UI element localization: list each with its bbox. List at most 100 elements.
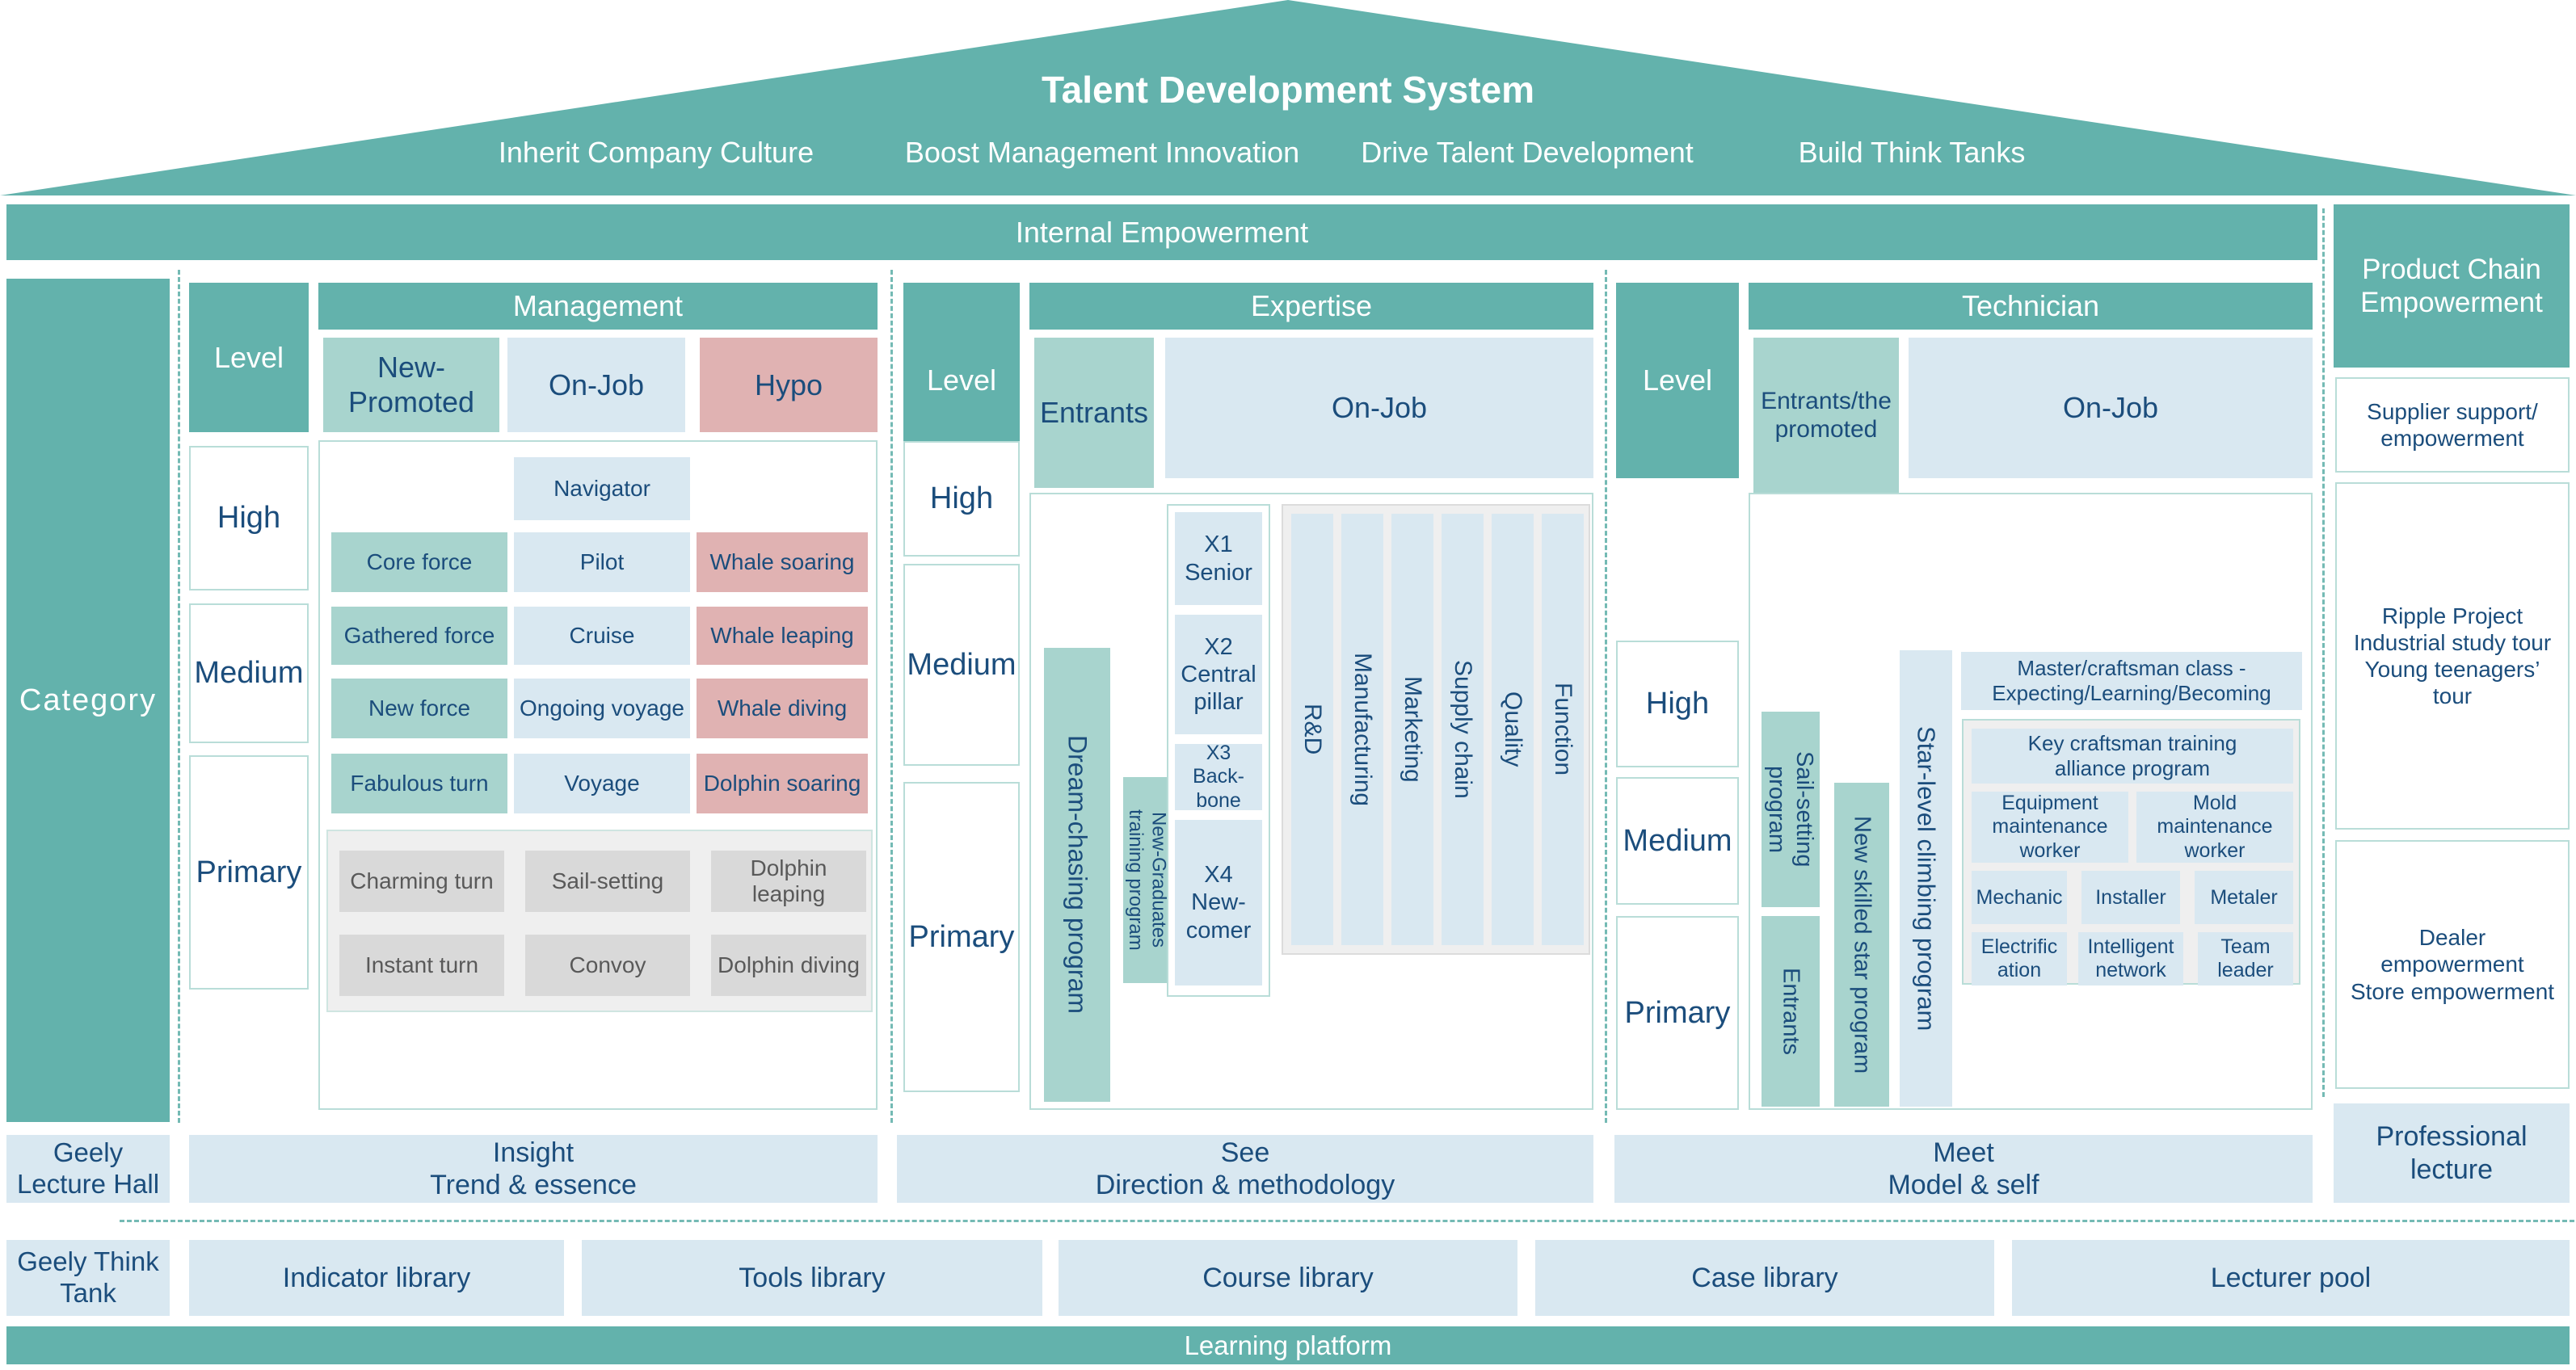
management-gray-cell: Convoy — [525, 935, 690, 996]
technician-level-primary: Primary — [1616, 916, 1739, 1110]
management-cell: New force — [331, 679, 507, 738]
product-chain-ripple-box: Ripple Project Industrial study tour You… — [2335, 482, 2570, 830]
technician-craftsman-container: Key craftsman training alliance program … — [1962, 719, 2300, 985]
professional-lecture: Professional lecture — [2334, 1103, 2570, 1203]
technician-content: Sail-setting program Entrants New skille… — [1749, 493, 2313, 1110]
management-cell: Ongoing voyage — [514, 679, 690, 738]
divider-technician-productchain — [2322, 208, 2325, 1097]
lecture-see: See Direction & methodology — [897, 1135, 1593, 1203]
technician-role-mechanic: Mechanic — [1972, 871, 2067, 924]
technician-level-medium: Medium — [1616, 777, 1739, 905]
management-col-hypo: Hypo — [700, 338, 878, 432]
divider-lecture-thinktank — [120, 1220, 2574, 1222]
management-gray-cell: Charming turn — [339, 851, 504, 912]
expertise-dept-supply-chain: Supply chain — [1442, 514, 1484, 945]
lecture-meet: Meet Model & self — [1614, 1135, 2313, 1203]
management-cell: Fabulous turn — [331, 754, 507, 813]
expertise-entrants-header: Entrants — [1034, 338, 1154, 488]
expertise-dream-program-bar: Dream-chasing program — [1044, 648, 1110, 1102]
management-cell: Voyage — [514, 754, 690, 813]
technician-mold-worker: Mold maintenance worker — [2136, 792, 2293, 863]
technician-equipment-worker: Equipment maintenance worker — [1972, 792, 2128, 863]
management-cell: Core force — [331, 532, 507, 592]
technician-alliance-program: Key craftsman training alliance program — [1972, 729, 2293, 784]
management-col-new-promoted: New- Promoted — [323, 338, 499, 432]
divider-category-management — [178, 270, 180, 1123]
technician-on-job-header: On-Job — [1909, 338, 2313, 478]
expertise-header: Expertise — [1029, 283, 1593, 330]
management-cell: Gathered force — [331, 607, 507, 665]
talent-development-diagram: Talent Development System Inherit Compan… — [0, 0, 2576, 1370]
management-cell: Whale diving — [697, 679, 868, 738]
management-gray-cell: Dolphin diving — [711, 935, 866, 996]
roof-pillar-innovation: Boost Management Innovation — [905, 136, 1299, 170]
management-header: Management — [318, 283, 878, 330]
library-course: Course library — [1059, 1240, 1517, 1316]
library-case: Case library — [1535, 1240, 1994, 1316]
product-chain-dealer-box: Dealer empowerment Store empowerment — [2335, 840, 2570, 1089]
technician-master-class-box: Master/craftsman class - Expecting/Learn… — [1961, 652, 2302, 710]
management-gray-cell: Sail-setting — [525, 851, 690, 912]
geely-think-tank: Geely Think Tank — [6, 1240, 170, 1316]
expertise-dept-manufacturing: Manufacturing — [1341, 514, 1383, 945]
category-block: Category — [6, 279, 170, 1122]
expertise-dept-function: Function — [1542, 514, 1584, 945]
management-cell: Whale soaring — [697, 532, 868, 592]
management-content: Navigator Core force Pilot Whale soaring… — [318, 440, 878, 1110]
divider-expertise-technician — [1605, 270, 1607, 1123]
technician-role-team-leader: Team leader — [2198, 932, 2293, 985]
management-level-high: High — [189, 446, 309, 590]
management-level-primary: Primary — [189, 755, 309, 990]
product-chain-header: Product Chain Empowerment — [2334, 204, 2570, 368]
expertise-newgrad-program-bar: New-Graduates training program — [1123, 777, 1170, 983]
technician-star-level-bar: Star-level climbing program — [1900, 650, 1952, 1107]
technician-new-star-bar: New skilled star program — [1834, 783, 1889, 1107]
product-chain-supplier-box: Supplier support/ empowerment — [2335, 377, 2570, 473]
internal-empowerment-banner: Internal Empowerment — [6, 204, 2317, 260]
management-cell: Pilot — [514, 532, 690, 592]
roof-pillar-talent: Drive Talent Development — [1361, 136, 1694, 170]
technician-role-electrification: Electrific ation — [1972, 932, 2067, 985]
management-col-on-job: On-Job — [507, 338, 685, 432]
technician-entrants-bar: Entrants — [1762, 916, 1820, 1107]
management-cell: Cruise — [514, 607, 690, 665]
management-gray-cell: Dolphin leaping — [711, 851, 866, 912]
expertise-level-high: High — [903, 441, 1020, 557]
divider-management-expertise — [890, 270, 893, 1123]
technician-role-installer: Installer — [2081, 871, 2180, 924]
management-gray-cell: Instant turn — [339, 935, 504, 996]
roof-title: Talent Development System — [0, 68, 2576, 111]
roof-pillar-culture: Inherit Company Culture — [499, 136, 814, 170]
technician-level-high: High — [1616, 641, 1739, 767]
expertise-x4-newcomer: X4 New- comer — [1175, 820, 1262, 985]
expertise-departments-container: R&D Manufacturing Marketing Supply chain… — [1282, 504, 1590, 955]
geely-lecture-hall: Geely Lecture Hall — [6, 1135, 170, 1203]
technician-sail-setting-bar: Sail-setting program — [1762, 712, 1820, 907]
management-level-medium: Medium — [189, 603, 309, 743]
expertise-dept-quality: Quality — [1492, 514, 1534, 945]
management-primary-group: Charming turn Sail-setting Dolphin leapi… — [326, 830, 873, 1012]
management-cell: Dolphin soaring — [697, 754, 868, 813]
expertise-dept-marketing: Marketing — [1391, 514, 1433, 945]
management-cell: Whale leaping — [697, 607, 868, 665]
expertise-x1-senior: X1 Senior — [1175, 512, 1262, 605]
expertise-level-primary: Primary — [903, 782, 1020, 1092]
library-lecturer-pool: Lecturer pool — [2012, 1240, 2570, 1316]
learning-platform-banner: Learning platform — [6, 1326, 2570, 1364]
expertise-level-medium: Medium — [903, 564, 1020, 766]
technician-role-metaler: Metaler — [2195, 871, 2293, 924]
library-indicator: Indicator library — [189, 1240, 564, 1316]
management-cell-navigator: Navigator — [514, 457, 690, 520]
technician-header: Technician — [1749, 283, 2313, 330]
expertise-x-container: X1 Senior X2 Central pillar X3 Back- bon… — [1167, 504, 1270, 997]
technician-level-header: Level — [1616, 283, 1739, 478]
technician-entrants-header: Entrants/the promoted — [1753, 338, 1899, 493]
expertise-x3-backbone: X3 Back- bone — [1175, 744, 1262, 810]
library-tools: Tools library — [582, 1240, 1042, 1316]
expertise-on-job-header: On-Job — [1165, 338, 1593, 478]
lecture-insight: Insight Trend & essence — [189, 1135, 878, 1203]
technician-role-intelligent-network: Intelligent network — [2078, 932, 2183, 985]
expertise-dept-rnd: R&D — [1291, 514, 1333, 945]
roof-pillar-thinktanks: Build Think Tanks — [1799, 136, 2026, 170]
management-level-header: Level — [189, 283, 309, 432]
